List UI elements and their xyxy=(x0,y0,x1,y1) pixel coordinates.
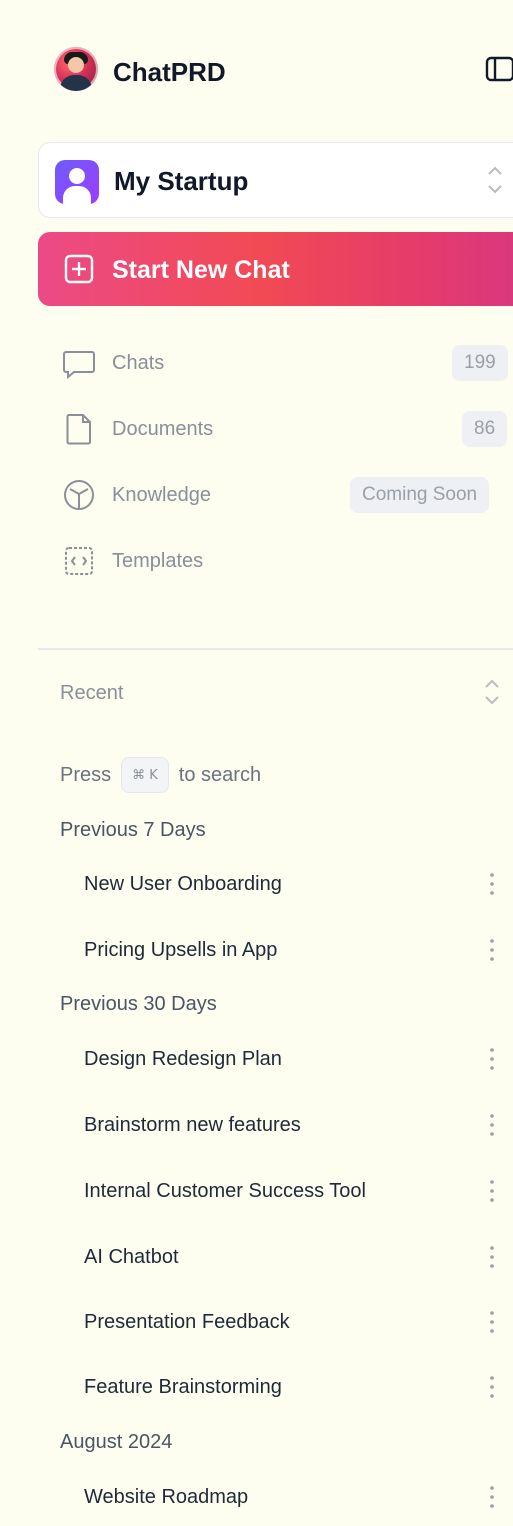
workspace-avatar-icon xyxy=(55,160,99,204)
recent-group-header: August 2024 xyxy=(60,1430,173,1453)
count-badge: 86 xyxy=(462,411,508,447)
nav-item-label: Chats xyxy=(112,351,165,374)
more-vertical-icon[interactable] xyxy=(482,935,502,965)
search-hint-suffix: to search xyxy=(178,763,262,786)
search-hint-prefix: Press xyxy=(60,763,112,786)
search-hint: Press ⌘ K to search xyxy=(60,757,262,793)
recent-item-label: Brainstorm new features xyxy=(84,1113,301,1136)
recent-item-label: Pricing Upsells in App xyxy=(84,938,278,961)
section-divider xyxy=(38,648,513,650)
workspace-selector[interactable] xyxy=(38,142,513,218)
plus-square-icon xyxy=(64,254,94,284)
chevron-up-down-icon xyxy=(480,160,510,200)
recent-item-label: Design Redesign Plan xyxy=(84,1047,282,1070)
recent-group-header: Previous 7 Days xyxy=(60,818,206,841)
template-icon xyxy=(62,544,96,578)
more-vertical-icon[interactable] xyxy=(482,1176,502,1206)
workspace-name: My Startup xyxy=(114,165,249,196)
recent-item-label: Internal Customer Success Tool xyxy=(84,1179,366,1202)
cube-icon xyxy=(62,478,96,512)
nav-item-label: Documents xyxy=(112,417,214,440)
count-badge: 199 xyxy=(452,345,508,381)
recent-item-label: AI Chatbot xyxy=(84,1245,179,1268)
chat-bubble-icon xyxy=(62,346,96,380)
more-vertical-icon[interactable] xyxy=(482,1044,502,1074)
brand-avatar xyxy=(54,47,98,91)
more-vertical-icon[interactable] xyxy=(482,1482,502,1512)
sidebar-toggle-icon xyxy=(485,56,513,82)
recent-item-label: Presentation Feedback xyxy=(84,1310,290,1333)
sidebar-toggle-button[interactable] xyxy=(485,55,513,83)
recent-section-label: Recent xyxy=(60,681,124,704)
recent-item-label: Website Roadmap xyxy=(84,1485,249,1508)
more-vertical-icon[interactable] xyxy=(482,869,502,899)
more-vertical-icon[interactable] xyxy=(482,1110,502,1140)
recent-item-label: Feature Brainstorming xyxy=(84,1375,282,1398)
app-title: ChatPRD xyxy=(113,56,226,87)
recent-item-label: New User Onboarding xyxy=(84,872,282,895)
more-vertical-icon[interactable] xyxy=(482,1242,502,1272)
document-icon xyxy=(62,412,96,446)
nav-item-label: Knowledge xyxy=(112,483,211,506)
more-vertical-icon[interactable] xyxy=(482,1307,502,1337)
recent-group-header: Previous 30 Days xyxy=(60,992,217,1015)
chevron-up-down-icon[interactable] xyxy=(478,674,506,710)
keyboard-shortcut: ⌘ K xyxy=(121,757,169,793)
start-new-chat-label: Start New Chat xyxy=(112,255,290,284)
nav-item-label: Templates xyxy=(112,549,204,572)
more-vertical-icon[interactable] xyxy=(482,1372,502,1402)
coming-soon-badge: Coming Soon xyxy=(350,477,490,513)
